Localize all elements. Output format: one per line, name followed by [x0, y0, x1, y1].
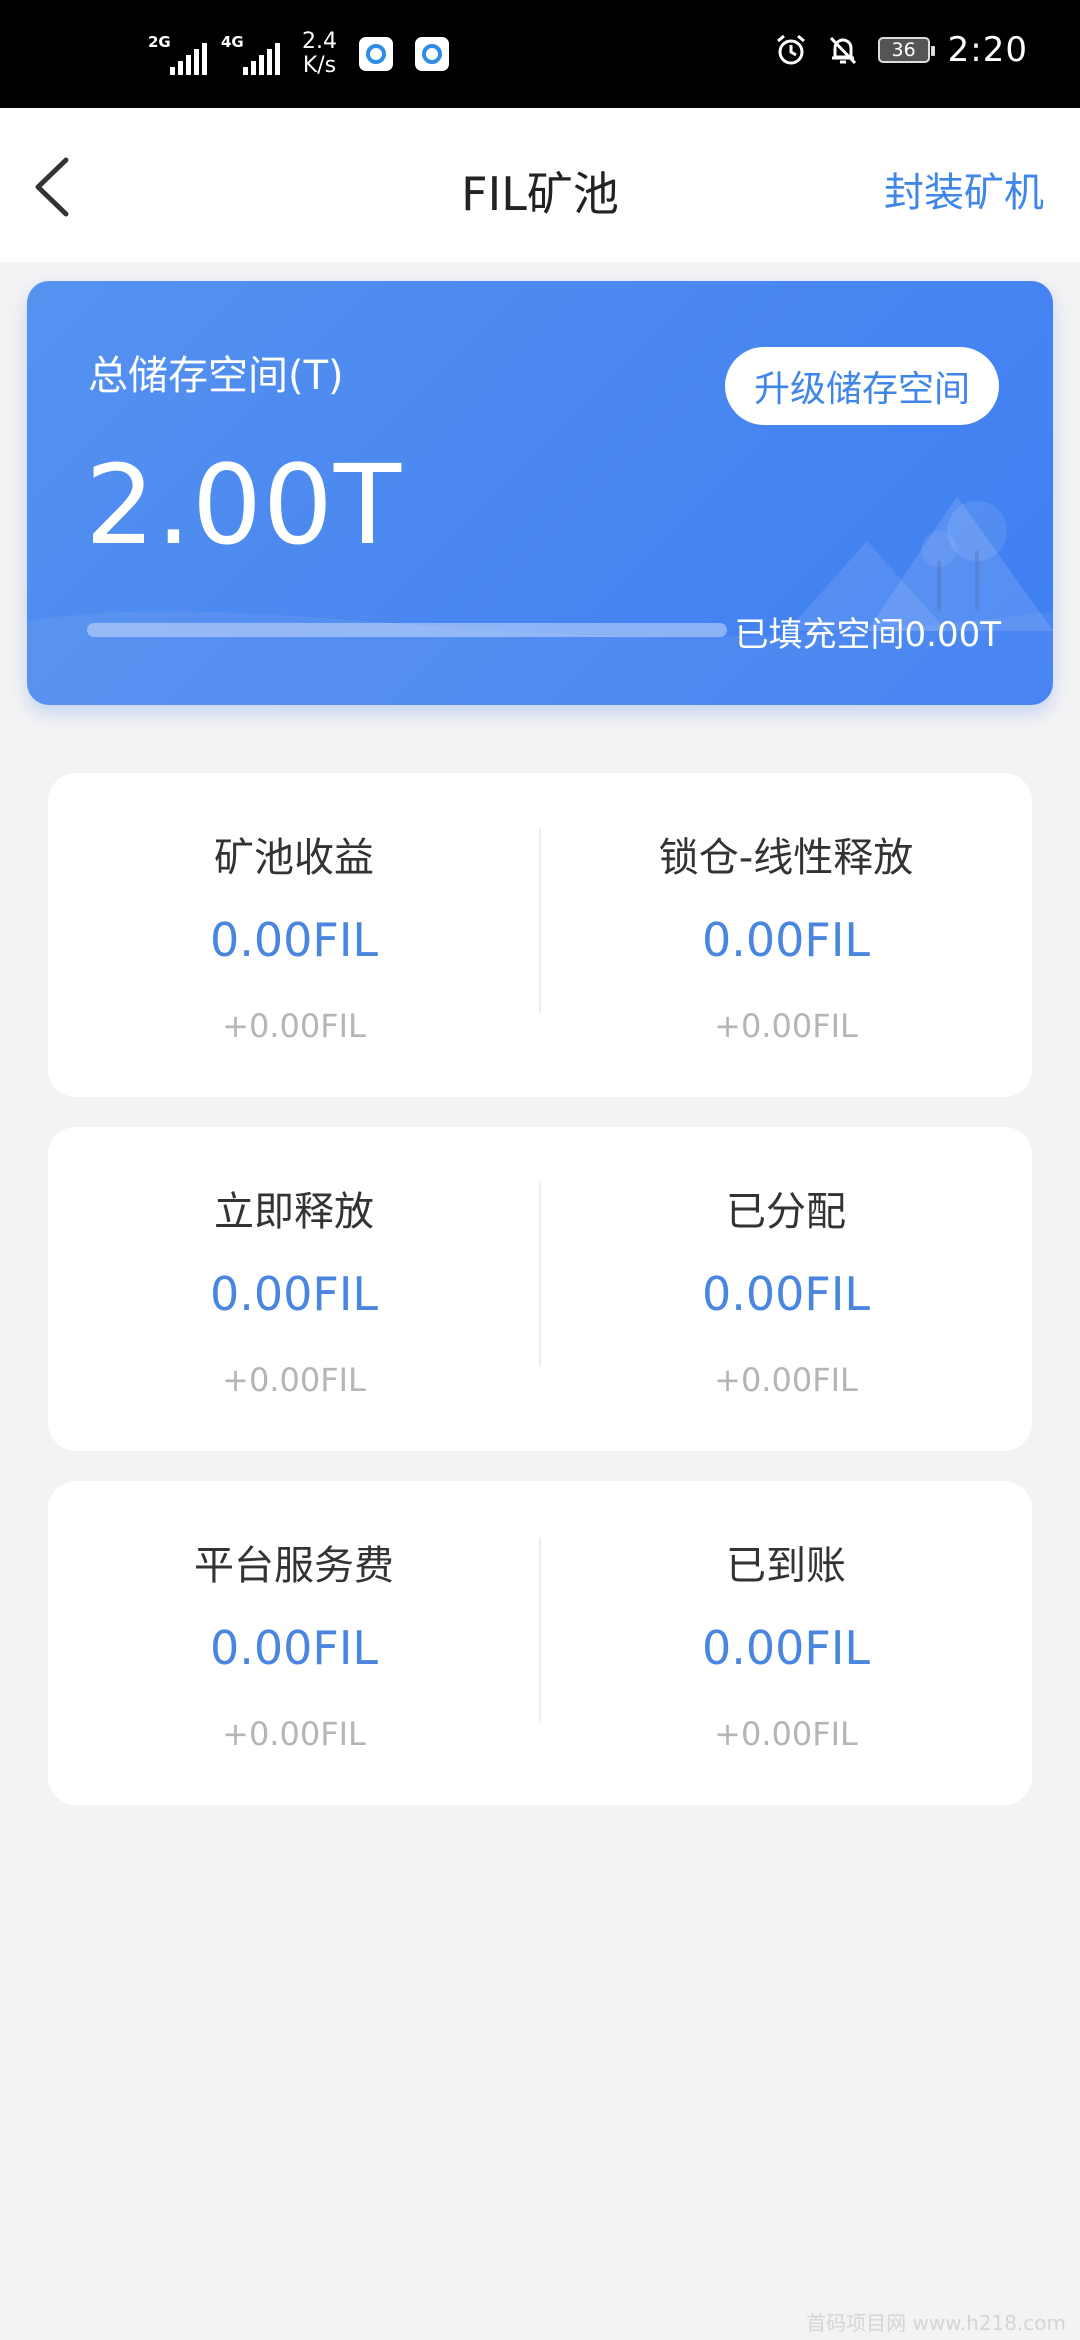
- nav-bar: FIL矿池 封装矿机: [0, 108, 1080, 262]
- stat-immediate-release[interactable]: 立即释放 0.00FIL +0.00FIL: [48, 1127, 540, 1451]
- signal-icon-2g: 2G: [148, 33, 207, 75]
- stat-platform-service-fee[interactable]: 平台服务费 0.00FIL +0.00FIL: [48, 1481, 540, 1805]
- status-left: 2G 4G 2.4 K/s: [148, 30, 449, 78]
- stat-label: 已分配: [726, 1189, 846, 1235]
- storage-card: 总储存空间(T) 2.00T 升级储存空间 已填充空间0.00T: [27, 281, 1053, 705]
- stats-card: 矿池收益 0.00FIL +0.00FIL 锁仓-线性释放 0.00FIL +0…: [48, 773, 1032, 1097]
- stat-amount: 0.00FIL: [209, 1621, 379, 1675]
- mute-bell-icon: [829, 36, 856, 65]
- stat-label: 矿池收益: [214, 835, 374, 881]
- network-speed-value: 2.4: [302, 29, 337, 54]
- clock: 2:20: [947, 30, 1028, 70]
- app-notification-icon: [415, 37, 449, 71]
- stats-card: 平台服务费 0.00FIL +0.00FIL 已到账 0.00FIL +0.00…: [48, 1481, 1032, 1805]
- status-bar: 2G 4G 2.4 K/s 36 2:20: [0, 0, 1080, 108]
- stat-locked-linear-release[interactable]: 锁仓-线性释放 0.00FIL +0.00FIL: [540, 773, 1032, 1097]
- stat-amount: 0.00FIL: [209, 913, 379, 967]
- stat-distributed[interactable]: 已分配 0.00FIL +0.00FIL: [540, 1127, 1032, 1451]
- stat-delta: +0.00FIL: [222, 1007, 366, 1045]
- total-storage-label: 总储存空间(T): [88, 353, 344, 399]
- stat-label: 锁仓-线性释放: [658, 835, 914, 881]
- alarm-icon: [776, 34, 805, 65]
- network-speed: 2.4 K/s: [302, 30, 337, 78]
- app-notification-icon: [359, 37, 393, 71]
- stat-delta: +0.00FIL: [714, 1007, 858, 1045]
- status-right: 36 2:20: [774, 30, 1028, 70]
- package-miner-link[interactable]: 封装矿机: [884, 160, 1044, 218]
- watermark: 首码项目网 www.h218.com: [806, 2311, 1066, 2335]
- stat-delta: +0.00FIL: [222, 1715, 366, 1753]
- stats-card: 立即释放 0.00FIL +0.00FIL 已分配 0.00FIL +0.00F…: [48, 1127, 1032, 1451]
- battery-icon: 36: [877, 37, 935, 63]
- network-type-2: 4G: [221, 33, 244, 51]
- storage-progress-bar: [87, 623, 727, 637]
- stat-label: 已到账: [726, 1543, 846, 1589]
- battery-level: 36: [891, 39, 916, 61]
- stat-amount: 0.00FIL: [701, 1267, 871, 1321]
- filled-storage-label: 已填充空间0.00T: [734, 615, 1001, 655]
- stat-delta: +0.00FIL: [714, 1361, 858, 1399]
- stat-delta: +0.00FIL: [714, 1715, 858, 1753]
- stat-amount: 0.00FIL: [701, 1621, 871, 1675]
- stat-credited[interactable]: 已到账 0.00FIL +0.00FIL: [540, 1481, 1032, 1805]
- stat-delta: +0.00FIL: [222, 1361, 366, 1399]
- network-type-1: 2G: [148, 33, 171, 51]
- total-storage-value: 2.00T: [85, 441, 403, 569]
- stat-amount: 0.00FIL: [209, 1267, 379, 1321]
- stat-amount: 0.00FIL: [701, 913, 871, 967]
- upgrade-storage-button[interactable]: 升级储存空间: [725, 347, 999, 425]
- stat-label: 立即释放: [214, 1189, 374, 1235]
- stat-pool-earnings[interactable]: 矿池收益 0.00FIL +0.00FIL: [48, 773, 540, 1097]
- signal-icon-4g: 4G: [221, 33, 280, 75]
- stat-label: 平台服务费: [194, 1543, 394, 1589]
- network-speed-unit: K/s: [302, 53, 337, 78]
